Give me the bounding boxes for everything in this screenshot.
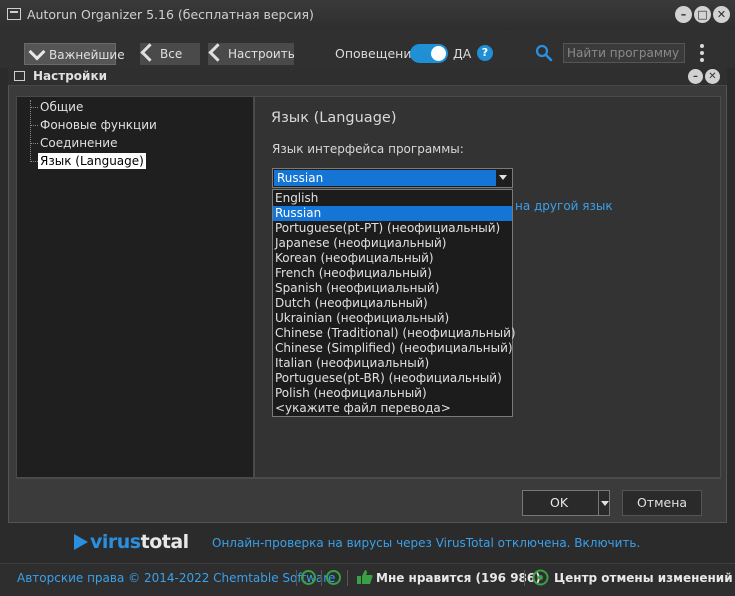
close-button[interactable]: ✕: [713, 6, 730, 23]
translate-link[interactable]: на другой язык: [515, 199, 613, 213]
dialog-window-icon: [14, 71, 25, 81]
notifications-label: Оповещения: [335, 46, 419, 61]
important-button[interactable]: Важнейшие: [24, 43, 125, 65]
help-icon[interactable]: ?: [477, 45, 493, 61]
language-option[interactable]: Japanese (неофициальный): [273, 236, 512, 251]
chevron-left-icon: [140, 43, 159, 62]
tree-connector: [30, 143, 38, 145]
thumbs-up-icon[interactable]: [357, 570, 373, 584]
dialog-close-button[interactable]: ✕: [705, 69, 720, 84]
notifications-toggle[interactable]: [410, 44, 448, 63]
language-select-value: Russian: [274, 170, 496, 186]
ok-dropdown-icon[interactable]: [601, 501, 609, 506]
separator: [347, 570, 348, 586]
customize-button[interactable]: Настроить: [208, 43, 295, 65]
language-option[interactable]: Italian (неофициальный): [273, 356, 512, 371]
minimize-button[interactable]: –: [675, 6, 692, 23]
language-option[interactable]: <укажите файл перевода>: [273, 401, 512, 416]
search-icon[interactable]: [535, 44, 553, 62]
language-option[interactable]: Russian: [273, 206, 512, 221]
all-label: Все: [160, 47, 183, 61]
customize-label: Настроить: [228, 47, 295, 61]
language-option[interactable]: French (неофициальный): [273, 266, 512, 281]
section-title: Язык (Language): [271, 110, 397, 126]
separator: [524, 570, 525, 586]
tree-item-language[interactable]: Язык (Language): [38, 153, 146, 169]
important-label: Важнейшие: [49, 48, 125, 62]
language-option[interactable]: Dutch (неофициальный): [273, 296, 512, 311]
like-link[interactable]: Мне нравится (196 986): [376, 571, 541, 585]
undo-center-link[interactable]: Центр отмены изменений: [554, 571, 733, 585]
ok-label: OK: [550, 495, 569, 510]
chevron-down-icon: [28, 43, 46, 61]
tree-item-background[interactable]: Фоновые функции: [40, 117, 157, 133]
language-option[interactable]: Chinese (Traditional) (неофициальный): [273, 326, 516, 341]
tree-connector: [30, 161, 38, 163]
ok-split-divider: [598, 491, 599, 515]
chevron-down-icon[interactable]: [499, 175, 507, 180]
language-option[interactable]: Polish (неофициальный): [273, 386, 512, 401]
separator: [296, 570, 297, 586]
more-menu-icon[interactable]: [700, 43, 706, 65]
leaf-icon[interactable]: [301, 570, 316, 585]
search-input[interactable]: [563, 43, 685, 63]
dialog-button-panel: [16, 478, 721, 518]
language-label: Язык интерфейса программы:: [272, 142, 464, 156]
logo-part-virus: virus: [90, 531, 141, 553]
language-option[interactable]: Portuguese(pt-PT) (неофициальный): [273, 221, 512, 236]
tree-connector: [30, 100, 32, 162]
support-headset-icon[interactable]: [326, 570, 341, 585]
language-option[interactable]: Ukrainian (неофициальный): [273, 311, 512, 326]
logo-part-total: total: [140, 531, 190, 553]
app-icon: [7, 8, 21, 20]
virustotal-arrow-icon: [74, 534, 88, 550]
undo-center-icon[interactable]: [532, 569, 549, 586]
virustotal-status-link[interactable]: Онлайн-проверка на вирусы через VirusTot…: [212, 536, 640, 550]
all-button[interactable]: Все: [140, 43, 200, 65]
toggle-state-label: ДА: [453, 46, 472, 61]
tree-connector: [30, 107, 38, 109]
dialog-title: Настройки: [33, 69, 108, 83]
language-option[interactable]: Spanish (неофициальный): [273, 281, 512, 296]
language-option[interactable]: English: [273, 191, 512, 206]
language-option[interactable]: Chinese (Simplified) (неофициальный): [273, 341, 513, 356]
dialog-restore-button[interactable]: –: [688, 69, 703, 84]
dialog-title-bar: [8, 67, 727, 86]
window-title: Autorun Organizer 5.16 (бесплатная верси…: [27, 7, 314, 22]
copyright-link[interactable]: Авторские права © 2014-2022 Chemtable So…: [17, 571, 335, 585]
language-option[interactable]: Korean (неофициальный): [273, 251, 512, 266]
tree-item-general[interactable]: Общие: [40, 99, 83, 115]
chevron-left-icon: [208, 43, 227, 62]
separator: [321, 570, 322, 586]
tree-connector: [30, 125, 38, 127]
virustotal-logo: virustotal: [74, 531, 189, 553]
language-option[interactable]: Portuguese(pt-BR) (неофициальный): [273, 371, 512, 386]
cancel-button[interactable]: Отмена: [622, 490, 702, 516]
tree-item-connection[interactable]: Соединение: [40, 135, 117, 151]
maximize-button[interactable]: □: [694, 6, 711, 23]
